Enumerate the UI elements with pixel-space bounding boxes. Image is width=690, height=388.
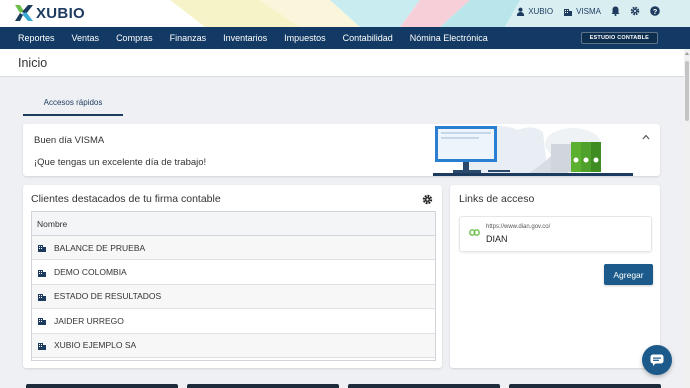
nav-impuestos[interactable]: Impuestos xyxy=(284,33,326,43)
bottom-card-top xyxy=(187,384,339,388)
greeting-text: Buen día VISMA xyxy=(34,135,105,146)
nav-finanzas[interactable]: Finanzas xyxy=(170,33,207,43)
company-menu[interactable]: VISMA xyxy=(563,7,601,16)
clients-title: Clientes destacados de tu firma contable xyxy=(31,193,221,205)
table-row[interactable]: JAIDER URREGO xyxy=(32,309,435,334)
company-label: VISMA xyxy=(576,6,601,16)
nav-nomina-electronica[interactable]: Nómina Electrónica xyxy=(410,33,488,43)
client-name: BALANCE DE PRUEBA xyxy=(54,242,146,253)
link-item-dian[interactable]: https://www.dian.gov.co/ DIAN xyxy=(459,216,652,252)
user-menu[interactable]: XUBIO xyxy=(516,7,553,16)
help-icon[interactable]: ? xyxy=(650,6,660,16)
clients-rows: BALANCE DE PRUEBA DEMO COLOMBIA ESTADO D… xyxy=(32,236,435,358)
building-icon xyxy=(38,318,46,326)
nav-compras[interactable]: Compras xyxy=(116,33,153,43)
links-card: Links de acceso https://www.dian.gov.co/… xyxy=(450,185,660,368)
gear-icon[interactable] xyxy=(630,6,640,16)
table-row[interactable]: BALANCE DE PRUEBA xyxy=(32,236,435,261)
tab-accesos-rapidos[interactable]: Accesos rápidos xyxy=(23,92,123,116)
client-name: ESTADO DE RESULTADOS xyxy=(54,291,162,302)
client-name: JAIDER URREGO xyxy=(54,315,124,326)
links-title: Links de acceso xyxy=(459,193,535,205)
clients-card: Clientes destacados de tu firma contable… xyxy=(23,185,442,368)
table-row[interactable]: ESTADO DE RESULTADOS xyxy=(32,284,435,310)
building-icon xyxy=(38,293,46,301)
studio-contable-button[interactable]: ESTUDIO CONTABLE xyxy=(580,32,658,44)
link-name: DIAN xyxy=(486,234,508,244)
chat-icon xyxy=(650,354,664,366)
scroll-up-arrow[interactable] xyxy=(685,52,689,55)
bell-icon[interactable] xyxy=(611,6,620,16)
page-scrollbar[interactable] xyxy=(684,49,690,388)
collapse-chevron-icon[interactable] xyxy=(642,134,650,140)
office-illustration xyxy=(433,125,633,176)
top-brand-bar: XUBIO XUBIO VISMA ? xyxy=(0,0,690,27)
table-row[interactable]: DEMO COLOMBIA xyxy=(32,260,435,285)
add-link-button[interactable]: Agregar xyxy=(604,264,653,285)
bottom-card-top xyxy=(348,384,500,388)
user-icon xyxy=(517,7,525,16)
welcome-card: Buen día VISMA ¡Que tengas un excelente … xyxy=(23,124,660,176)
user-label: XUBIO xyxy=(528,6,554,16)
nav-reportes[interactable]: Reportes xyxy=(18,33,55,43)
xubio-logo-mark xyxy=(15,5,33,21)
chat-button[interactable] xyxy=(642,345,672,375)
table-row[interactable]: XUBIO EJEMPLO SA xyxy=(32,333,435,358)
nav-inventarios[interactable]: Inventarios xyxy=(223,33,267,43)
svg-text:?: ? xyxy=(653,7,658,16)
settings-gear-icon[interactable] xyxy=(422,194,433,205)
nav-ventas[interactable]: Ventas xyxy=(72,33,100,43)
scrollbar-thumb[interactable] xyxy=(685,61,689,121)
building-icon xyxy=(38,342,46,350)
xubio-logo[interactable]: XUBIO xyxy=(14,4,85,22)
main-nav: Reportes Ventas Compras Finanzas Inventa… xyxy=(0,27,690,49)
link-icon xyxy=(469,229,480,236)
client-name: DEMO COLOMBIA xyxy=(54,267,127,278)
client-name: XUBIO EJEMPLO SA xyxy=(54,340,137,351)
page-title: Inicio xyxy=(18,56,48,70)
building-icon xyxy=(38,269,46,277)
top-right-toolbar: XUBIO VISMA ? xyxy=(516,6,660,16)
building-icon xyxy=(564,8,573,16)
nav-contabilidad[interactable]: Contabilidad xyxy=(343,33,393,43)
clients-table: Nombre BALANCE DE PRUEBA DEMO COLOMBIA E… xyxy=(31,211,436,361)
bottom-card-top xyxy=(509,384,661,388)
building-icon xyxy=(38,245,46,253)
column-header-nombre[interactable]: Nombre xyxy=(32,212,435,236)
page-header: Inicio xyxy=(0,49,684,77)
bottom-card-top xyxy=(26,384,178,388)
welcome-message: ¡Que tengas un excelente día de trabajo! xyxy=(34,157,207,168)
link-url: https://www.dian.gov.co/ xyxy=(486,224,551,230)
brand-name: XUBIO xyxy=(36,4,86,22)
